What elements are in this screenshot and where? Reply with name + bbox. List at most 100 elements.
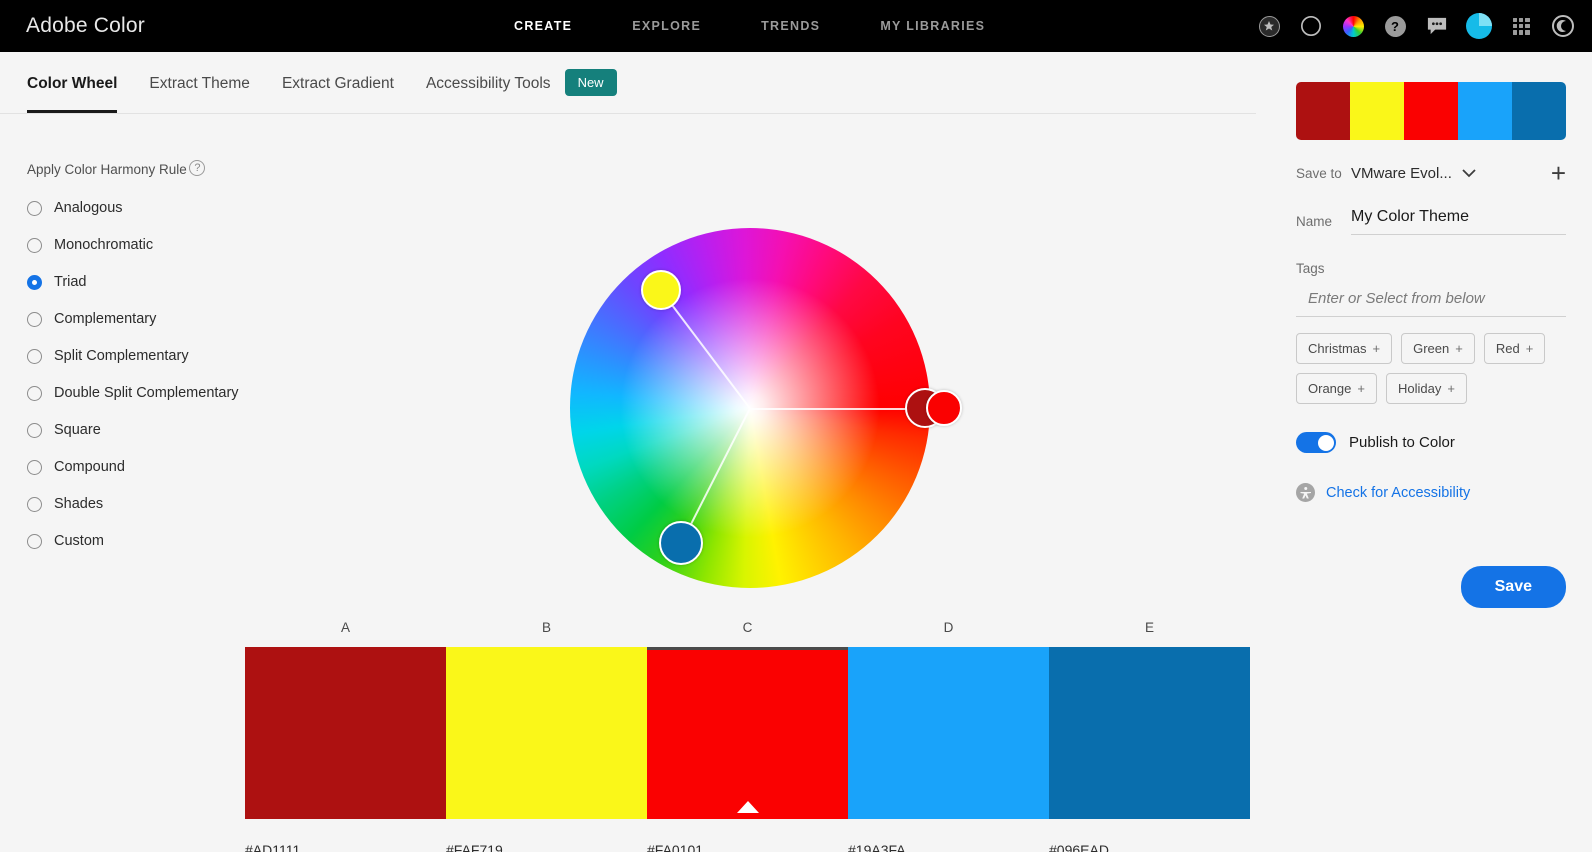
radio-label: Compound [54,459,125,475]
tag-add-icon: + [1447,381,1455,396]
tags-label: Tags [1296,261,1325,276]
tags-input[interactable]: Enter or Select from below [1296,282,1566,317]
swatch-e[interactable] [1049,647,1250,819]
new-badge[interactable]: New [564,69,617,96]
radio-split-complementary[interactable]: Split Complementary [27,348,317,364]
tag-add-icon: + [1357,381,1365,396]
nav-item-trends[interactable]: TRENDS [731,19,850,33]
radio-shades[interactable]: Shades [27,496,317,512]
tag-add-icon: + [1372,341,1381,356]
tag-chip-label: Green [1413,341,1450,356]
swatch-a[interactable] [245,647,446,819]
radio-indicator [27,237,42,253]
tab-extract-gradient[interactable]: Extract Gradient [282,53,394,113]
chat-icon[interactable] [1424,13,1450,39]
swatch-c[interactable] [647,647,848,819]
tag-chip-label: Red [1495,341,1520,356]
theme-name-input[interactable]: My Color Theme [1351,208,1566,235]
tab-extract-theme[interactable]: Extract Theme [149,53,250,113]
radio-indicator [27,496,42,512]
preview-swatch-1 [1350,82,1404,140]
radio-indicator [27,200,42,216]
swatch-labels: A B C D E [245,620,1250,635]
publish-toggle-row: Publish to Color [1296,432,1566,453]
hex-cell-d: #19A3FA [848,842,1049,852]
preview-swatch-2 [1404,82,1458,140]
nav-item-create[interactable]: CREATE [484,19,602,33]
hex-input-c[interactable]: #FA0101 [647,842,830,852]
save-button[interactable]: Save [1460,566,1566,608]
marker-dark-blue[interactable] [659,520,704,565]
tool-tabs: Color Wheel Extract Theme Extract Gradie… [0,52,1256,114]
name-label: Name [1296,214,1333,229]
save-to-row: Save to VMware Evol... + [1296,160,1566,186]
marker-red-primary[interactable] [926,390,963,426]
chevron-down-icon[interactable] [1462,166,1476,181]
app-grid-icon[interactable] [1508,13,1534,39]
hex-value-row: #AD1111 #FAF719 #FA0101 #19A3FA #096EAD [245,842,1250,852]
swatch-label-e: E [1144,620,1154,635]
star-icon[interactable] [1256,13,1282,39]
radio-analogous[interactable]: Analogous [27,200,317,216]
contrast-icon[interactable] [1298,13,1324,39]
preview-swatch-4 [1512,82,1566,140]
radio-double-split-complementary[interactable]: Double Split Complementary [27,385,317,401]
creative-cloud-icon[interactable] [1550,13,1576,39]
swatch-label-b: B [541,620,551,635]
tag-chip-orange[interactable]: Orange + [1296,373,1377,404]
radio-label: Double Split Complementary [54,385,239,401]
tag-chip-list: Christmas + Green + Red + Orange + Holiday + [1296,333,1558,404]
radio-indicator [27,348,42,364]
radio-label: Custom [54,533,104,549]
swatch-label-d: D [943,620,954,635]
tag-chip-christmas[interactable]: Christmas + [1296,333,1393,364]
check-accessibility-link[interactable]: Check for Accessibility [1326,485,1470,501]
hex-cell-e: #096EAD [1049,842,1250,852]
nav-icon-bar: ? [1256,0,1576,52]
hex-input-d[interactable]: #19A3FA [848,842,1031,852]
tag-chip-holiday[interactable]: Holiday + [1385,373,1467,404]
tag-chip-red[interactable]: Red + [1483,333,1546,364]
add-library-button[interactable]: + [1551,160,1566,186]
radio-label: Split Complementary [54,348,189,364]
tag-chip-green[interactable]: Green + [1401,333,1475,364]
radio-triad[interactable]: Triad [27,274,317,290]
radio-indicator [27,274,42,290]
radio-label: Shades [54,496,104,512]
tag-chip-label: Orange [1308,381,1352,396]
marker-yellow[interactable] [641,270,682,311]
tab-accessibility-tools[interactable]: Accessibility Tools [426,53,551,113]
radio-compound[interactable]: Compound [27,459,317,475]
question-circle-icon[interactable]: ? [189,160,206,176]
radio-monochromatic[interactable]: Monochromatic [27,237,317,253]
tag-add-icon: + [1525,341,1534,356]
hex-input-a[interactable]: #AD1111 [245,842,428,852]
swatch-label-c: C [742,620,753,635]
radio-label: Triad [54,274,87,290]
save-to-dropdown[interactable]: VMware Evol... [1351,165,1452,182]
hex-input-e[interactable]: #096EAD [1049,842,1232,852]
tag-chip-label: Christmas [1308,341,1367,356]
hex-input-b[interactable]: #FAF719 [446,842,629,852]
radio-custom[interactable]: Custom [27,533,317,549]
page-body: Color Wheel Extract Theme Extract Gradie… [0,52,1592,852]
theme-preview-strip[interactable] [1296,82,1566,140]
radio-square[interactable]: Square [27,422,317,438]
color-wheel-icon[interactable] [1340,13,1366,39]
radio-indicator [27,311,42,327]
radio-complementary[interactable]: Complementary [27,311,317,327]
help-icon[interactable]: ? [1382,13,1408,39]
color-wheel-widget[interactable] [570,228,963,588]
swatch-d[interactable] [848,647,1049,819]
radio-label: Square [54,422,101,438]
swatch-b[interactable] [446,647,647,819]
publish-toggle[interactable] [1296,432,1336,453]
swatch-label-a: A [340,620,350,635]
avatar-icon[interactable] [1466,13,1492,39]
radio-indicator [27,533,42,549]
save-to-label: Save to [1296,165,1342,181]
publish-label: Publish to Color [1349,434,1455,451]
nav-item-explore[interactable]: EXPLORE [602,19,731,33]
tab-color-wheel[interactable]: Color Wheel [27,53,118,113]
nav-item-my-libraries[interactable]: MY LIBRARIES [850,19,1015,33]
